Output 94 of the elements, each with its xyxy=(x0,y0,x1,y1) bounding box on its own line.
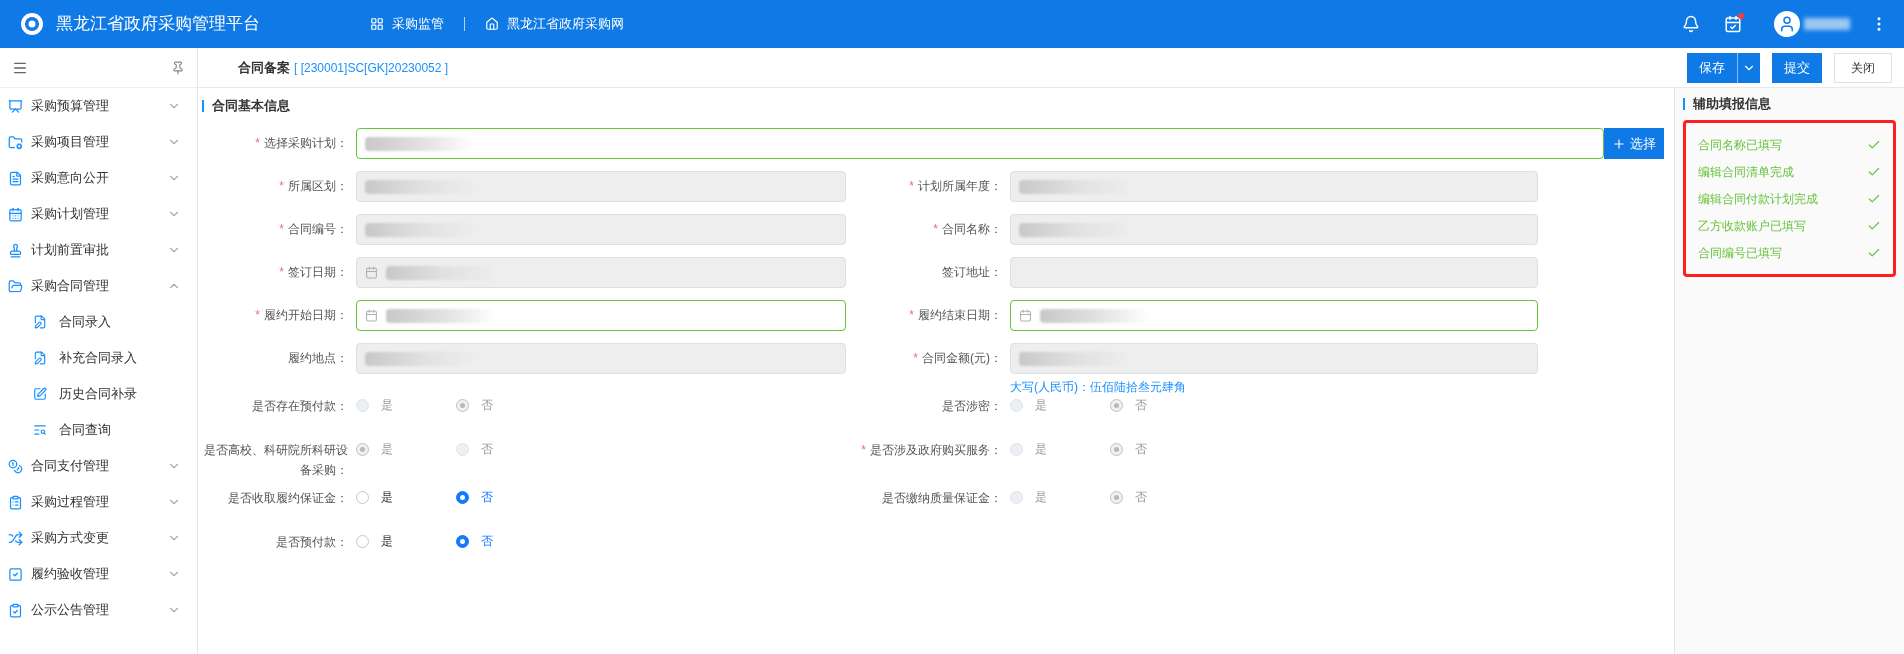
bell-icon[interactable] xyxy=(1682,15,1700,33)
folder-gear-icon xyxy=(8,134,23,150)
file-pen-icon xyxy=(33,315,47,329)
calendar-icon xyxy=(365,266,378,279)
panel-title: 辅助填报信息 xyxy=(1693,95,1771,114)
sidebar-item[interactable]: 合同支付管理 xyxy=(0,448,197,484)
stamp-icon xyxy=(8,242,23,258)
amount-in-words: 大写(人民币)：伍佰陆拾叁元肆角 xyxy=(1010,379,1187,396)
field-label: 是否缴纳质量保证金： xyxy=(882,490,1002,507)
checklist-item: 编辑合同付款计划完成 xyxy=(1698,190,1818,208)
field-label: 是否存在预付款： xyxy=(252,398,348,415)
checklist-item: 乙方收款账户已填写 xyxy=(1698,217,1806,235)
required-mark: * xyxy=(909,178,914,195)
field-label: 签订地址： xyxy=(942,264,1002,281)
field-label: 履约开始日期： xyxy=(264,307,348,324)
sidebar-subitem[interactable]: 合同录入 xyxy=(0,304,197,340)
file-pen-icon xyxy=(33,351,47,365)
required-mark: * xyxy=(255,307,260,324)
required-mark: * xyxy=(279,178,284,195)
required-mark: * xyxy=(909,307,914,324)
field-label: 是否高校、科研院所科研设备采购： xyxy=(203,442,348,479)
nav-link[interactable]: 黑龙江省政府采购网 xyxy=(485,14,624,34)
sidebar-item[interactable]: 采购方式变更 xyxy=(0,520,197,556)
avatar[interactable] xyxy=(1774,11,1800,37)
folder-icon xyxy=(8,278,23,294)
required-mark: * xyxy=(279,264,284,281)
save-split-button[interactable]: 保存 xyxy=(1687,52,1760,83)
checklist-item: 合同编号已填写 xyxy=(1698,244,1782,262)
date-field[interactable] xyxy=(1010,300,1538,331)
text-search-icon xyxy=(33,423,47,437)
blurred-username xyxy=(1804,18,1850,30)
radio-option[interactable]: 否 xyxy=(456,488,556,506)
sidebar-subitem[interactable]: 补充合同录入 xyxy=(0,340,197,376)
square-pen-icon xyxy=(33,387,47,401)
sidebar-item[interactable]: 计划前置审批 xyxy=(0,232,197,268)
required-mark: * xyxy=(279,221,284,238)
checklist-item: 编辑合同清单完成 xyxy=(1698,163,1794,181)
clipboard-icon xyxy=(8,494,23,510)
sidebar-item[interactable]: 采购意向公开 xyxy=(0,160,197,196)
shuffle-icon xyxy=(8,530,23,546)
sidebar-item[interactable]: 公示公告管理 xyxy=(0,592,197,628)
plus-icon xyxy=(1612,136,1626,151)
emblem-logo xyxy=(20,12,44,36)
field-label: 签订日期： xyxy=(288,264,348,281)
clipboard-check-icon xyxy=(8,602,23,618)
calendar-icon xyxy=(8,206,23,222)
sidebar-item[interactable]: 履约验收管理 xyxy=(0,556,197,592)
field-label: 是否涉密： xyxy=(942,398,1002,415)
required-mark: * xyxy=(933,221,938,238)
field-label: 计划所属年度： xyxy=(918,178,1002,195)
input-field[interactable] xyxy=(356,128,1604,159)
nav-link[interactable]: 采购监管 xyxy=(370,14,444,34)
pin-icon[interactable] xyxy=(171,60,185,75)
checkbox-icon xyxy=(8,566,23,582)
field-label: 合同名称： xyxy=(942,221,1002,238)
task-icon[interactable] xyxy=(1724,15,1742,33)
submit-button[interactable]: 提交 xyxy=(1772,52,1822,83)
contract-code: [ [230001]SC[GK]20230052 ] xyxy=(294,59,449,77)
field-label: 选择采购计划： xyxy=(264,135,348,152)
calendar-icon xyxy=(1019,309,1032,322)
close-button[interactable]: 关闭 xyxy=(1834,52,1892,83)
home-icon xyxy=(485,17,499,31)
field-label: 合同编号： xyxy=(288,221,348,238)
sidebar-item[interactable]: 采购项目管理 xyxy=(0,124,197,160)
field-label: 是否预付款： xyxy=(276,534,348,551)
sidebar-subitem[interactable]: 历史合同补录 xyxy=(0,376,197,412)
date-field[interactable] xyxy=(356,300,846,331)
radio-option[interactable]: 是 xyxy=(356,532,456,550)
required-mark: * xyxy=(913,350,918,367)
radio-option[interactable]: 是 xyxy=(356,488,456,506)
sidebar-item[interactable]: 采购过程管理 xyxy=(0,484,197,520)
coins-icon xyxy=(8,458,23,474)
field-label: 是否收取履约保证金： xyxy=(228,490,348,507)
sidebar-subitem[interactable]: 合同查询 xyxy=(0,412,197,448)
sidebar-item[interactable]: 采购预算管理 xyxy=(0,88,197,124)
sidebar-item[interactable]: 采购计划管理 xyxy=(0,196,197,232)
field-label: 履约结束日期： xyxy=(918,307,1002,324)
required-mark: * xyxy=(861,442,866,459)
presentation-icon xyxy=(8,98,23,114)
grid-icon xyxy=(370,17,384,31)
calendar-icon xyxy=(365,309,378,322)
section-title: 合同基本信息 xyxy=(212,97,290,116)
checklist-item: 合同名称已填写 xyxy=(1698,136,1782,154)
field-label: 所属区划： xyxy=(288,178,348,195)
radio-option[interactable]: 否 xyxy=(456,532,556,550)
select-button[interactable]: 选择 xyxy=(1604,128,1664,159)
required-mark: * xyxy=(255,135,260,152)
sidebar-item[interactable]: 采购合同管理 xyxy=(0,268,197,304)
platform-title: 黑龙江省政府采购管理平台 xyxy=(56,13,260,36)
field-label: 是否涉及政府购买服务： xyxy=(870,442,1002,459)
document-icon xyxy=(8,170,23,186)
page-title: 合同备案 xyxy=(238,58,290,77)
field-label: 履约地点： xyxy=(288,350,348,367)
field-label: 合同金额(元)： xyxy=(922,350,1002,367)
